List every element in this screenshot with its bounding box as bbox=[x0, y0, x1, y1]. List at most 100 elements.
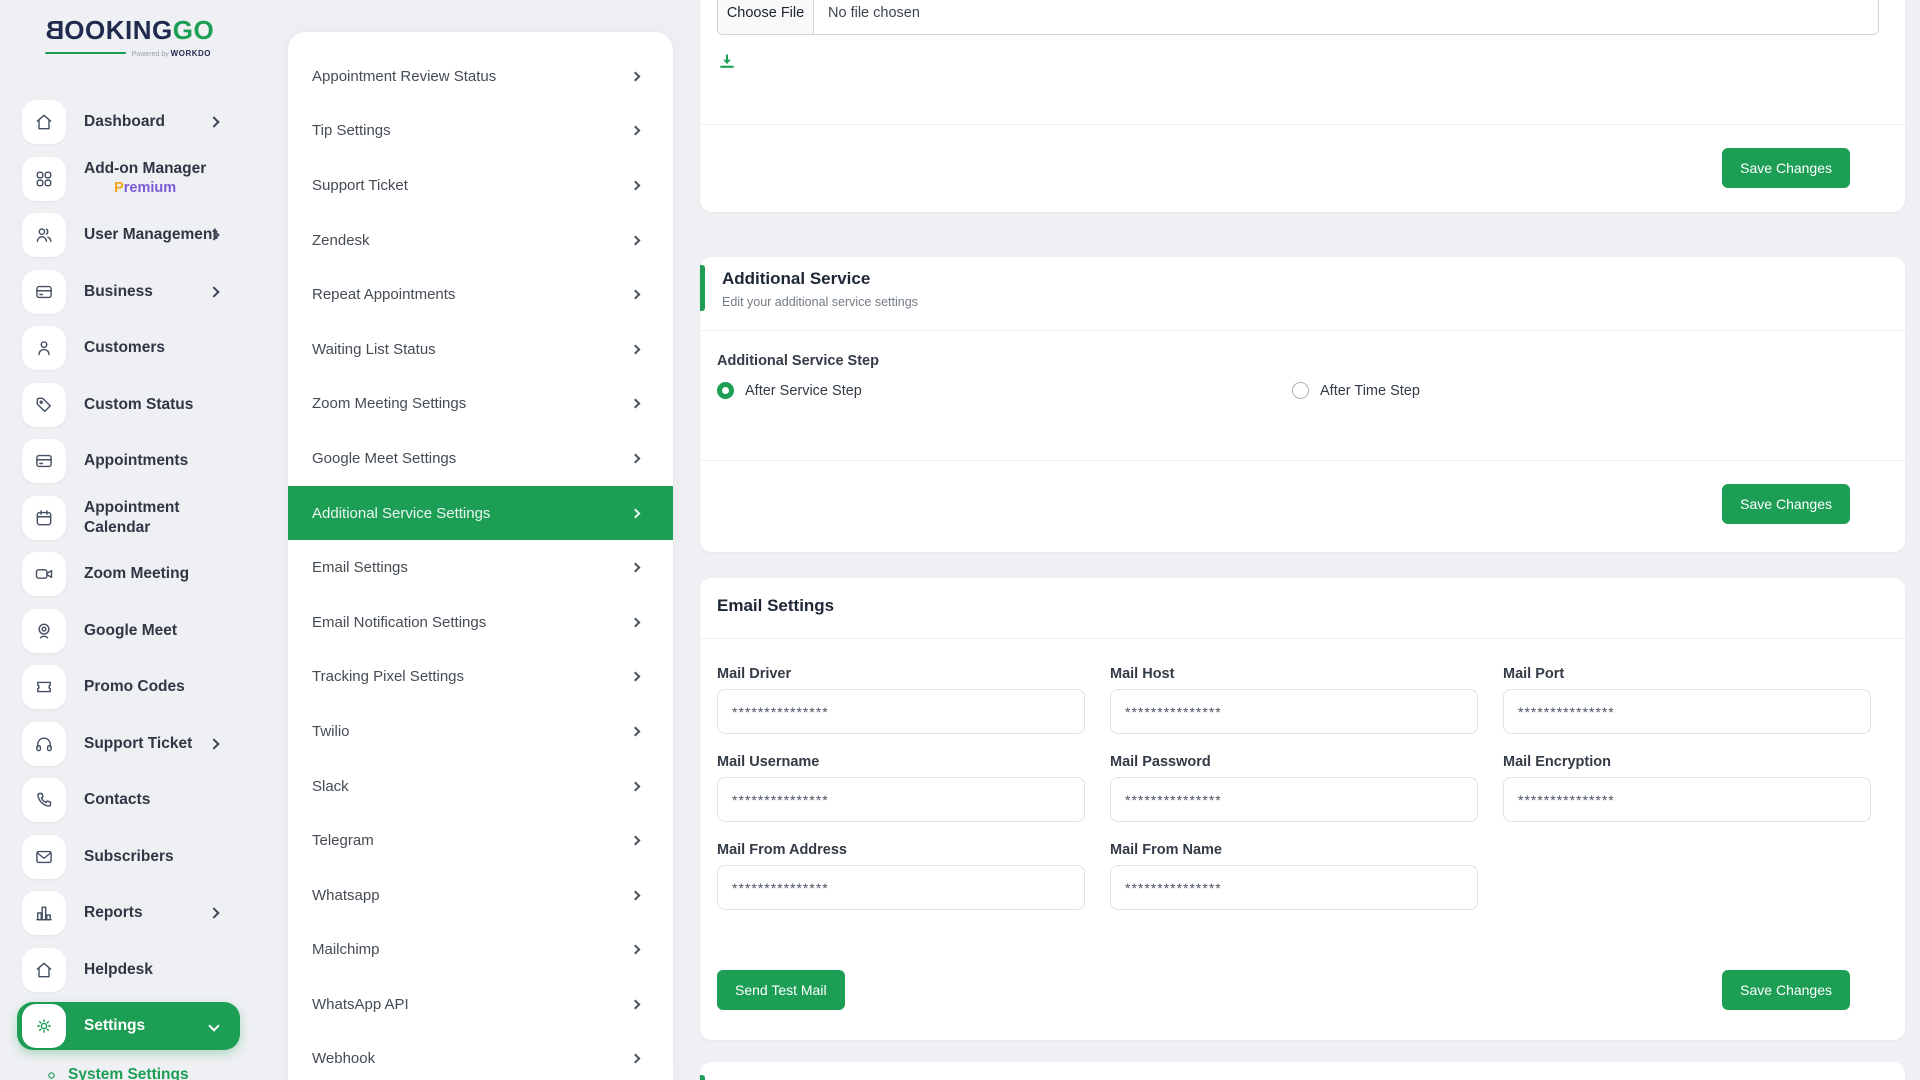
mail-host-input[interactable] bbox=[1110, 689, 1478, 734]
sidebar-item-subscribers[interactable]: Subscribers bbox=[17, 829, 240, 886]
webcam-icon bbox=[22, 609, 66, 653]
file-input[interactable]: Choose File No file chosen bbox=[717, 0, 1879, 35]
submenu-item-google-meet-settings[interactable]: Google Meet Settings bbox=[288, 431, 673, 486]
submenu-item-telegram[interactable]: Telegram bbox=[288, 813, 673, 868]
chevron-right-icon bbox=[631, 672, 641, 682]
mail-encryption-input[interactable] bbox=[1503, 777, 1871, 822]
submenu-item-tracking-pixel-settings[interactable]: Tracking Pixel Settings bbox=[288, 650, 673, 705]
chevron-right-icon bbox=[631, 836, 641, 846]
submenu-item-whatsapp[interactable]: Whatsapp bbox=[288, 868, 673, 923]
radio-selected-icon[interactable] bbox=[717, 382, 734, 399]
chevron-right-icon bbox=[208, 908, 219, 919]
video-camera-icon bbox=[22, 552, 66, 596]
ticket-icon bbox=[22, 665, 66, 709]
choose-file-button[interactable]: Choose File bbox=[718, 0, 814, 34]
file-chosen-text: No file chosen bbox=[814, 0, 920, 34]
sidebar-item-system-settings[interactable]: System Settings bbox=[45, 1066, 189, 1080]
mail-username-input[interactable] bbox=[717, 777, 1085, 822]
sidebar-item-support-ticket[interactable]: Support Ticket bbox=[17, 716, 240, 773]
divider bbox=[700, 460, 1905, 461]
sidebar-item-settings[interactable]: Settings bbox=[17, 1002, 240, 1050]
sidebar-item-reports[interactable]: Reports bbox=[17, 885, 240, 942]
sidebar-item-helpdesk[interactable]: Helpdesk bbox=[17, 942, 240, 999]
submenu-item-waiting-list-status[interactable]: Waiting List Status bbox=[288, 322, 673, 377]
send-test-mail-button[interactable]: Send Test Mail bbox=[717, 970, 845, 1010]
sidebar-item-appointment-calendar[interactable]: Appointment Calendar bbox=[17, 490, 240, 547]
section-accent-bar bbox=[700, 1075, 705, 1080]
submenu-item-support-ticket[interactable]: Support Ticket bbox=[288, 158, 673, 213]
chevron-right-icon bbox=[631, 781, 641, 791]
submenu-item-twilio[interactable]: Twilio bbox=[288, 704, 673, 759]
save-changes-button[interactable]: Save Changes bbox=[1722, 148, 1850, 188]
submenu-item-repeat-appointments[interactable]: Repeat Appointments bbox=[288, 267, 673, 322]
submenu-item-mailchimp[interactable]: Mailchimp bbox=[288, 923, 673, 978]
sidebar-item-google-meet[interactable]: Google Meet bbox=[17, 603, 240, 660]
chevron-right-icon bbox=[631, 399, 641, 409]
sidebar-item-dashboard[interactable]: Dashboard bbox=[17, 94, 240, 151]
chevron-right-icon bbox=[631, 454, 641, 464]
mail-password-input[interactable] bbox=[1110, 777, 1478, 822]
calendar-icon bbox=[22, 496, 66, 540]
field-mail-password: Mail Password bbox=[1110, 754, 1478, 822]
download-icon[interactable] bbox=[717, 52, 737, 72]
mail-from-name-input[interactable] bbox=[1110, 865, 1478, 910]
submenu-item-whatsapp-api[interactable]: WhatsApp API bbox=[288, 977, 673, 1032]
logo-underline bbox=[45, 52, 126, 55]
mail-driver-input[interactable] bbox=[717, 689, 1085, 734]
field-mail-from-name: Mail From Name bbox=[1110, 842, 1478, 910]
submenu-item-email-settings[interactable]: Email Settings bbox=[288, 540, 673, 595]
chevron-right-icon bbox=[631, 290, 641, 300]
logo-letter-b: B bbox=[45, 16, 64, 45]
save-changes-button[interactable]: Save Changes bbox=[1722, 484, 1850, 524]
submenu-item-tip-settings[interactable]: Tip Settings bbox=[288, 104, 673, 159]
users-icon bbox=[22, 213, 66, 257]
submenu-item-additional-service-settings[interactable]: Additional Service Settings bbox=[288, 486, 673, 541]
radio-unselected-icon[interactable] bbox=[1292, 382, 1309, 399]
user-icon bbox=[22, 326, 66, 370]
radio-option-after-time-step[interactable]: After Time Step bbox=[1292, 382, 1420, 399]
chevron-right-icon bbox=[631, 945, 641, 955]
home-icon bbox=[22, 948, 66, 992]
sidebar-item-promo-codes[interactable]: Promo Codes bbox=[17, 659, 240, 716]
sidebar-item-zoom-meeting[interactable]: Zoom Meeting bbox=[17, 546, 240, 603]
credit-card-icon bbox=[22, 270, 66, 314]
phone-icon bbox=[22, 778, 66, 822]
sidebar-item-business[interactable]: Business bbox=[17, 264, 240, 321]
chevron-right-icon bbox=[631, 999, 641, 1009]
radio-option-after-service-step[interactable]: After Service Step bbox=[717, 382, 862, 399]
sidebar-item-user-management[interactable]: User Management bbox=[17, 207, 240, 264]
submenu-item-zendesk[interactable]: Zendesk bbox=[288, 213, 673, 268]
home-icon bbox=[22, 100, 66, 144]
sidebar-item-appointments[interactable]: Appointments bbox=[17, 433, 240, 490]
field-mail-from-address: Mail From Address bbox=[717, 842, 1085, 910]
chevron-right-icon bbox=[208, 117, 219, 128]
radio-group: After Service Step After Time Step bbox=[717, 382, 1865, 404]
powered-by-label: Powered by WORKDO bbox=[132, 49, 211, 58]
divider bbox=[700, 330, 1905, 331]
sidebar-item-addon-manager[interactable]: Add-on Manager Premium bbox=[17, 151, 240, 208]
submenu-item-slack[interactable]: Slack bbox=[288, 759, 673, 814]
field-mail-username: Mail Username bbox=[717, 754, 1085, 822]
submenu-item-email-notification-settings[interactable]: Email Notification Settings bbox=[288, 595, 673, 650]
section-title: Email Settings bbox=[717, 596, 834, 616]
additional-service-card: Additional Service Edit your additional … bbox=[700, 257, 1905, 552]
chevron-down-icon bbox=[208, 1020, 219, 1031]
chevron-right-icon bbox=[631, 617, 641, 627]
brand-logo[interactable]: BOOKINGGO Powered by WORKDO bbox=[45, 16, 211, 58]
mail-port-input[interactable] bbox=[1503, 689, 1871, 734]
chevron-right-icon bbox=[631, 126, 641, 136]
bar-chart-icon bbox=[22, 891, 66, 935]
sidebar-nav: Dashboard Add-on Manager Premium User Ma… bbox=[17, 94, 240, 1050]
sidebar-item-custom-status[interactable]: Custom Status bbox=[17, 377, 240, 434]
sidebar: BOOKINGGO Powered by WORKDO Dashboard Ad… bbox=[0, 0, 265, 1080]
save-changes-button[interactable]: Save Changes bbox=[1722, 970, 1850, 1010]
mail-from-address-input[interactable] bbox=[717, 865, 1085, 910]
submenu-item-zoom-meeting-settings[interactable]: Zoom Meeting Settings bbox=[288, 377, 673, 432]
submenu-item-webhook[interactable]: Webhook bbox=[288, 1032, 673, 1080]
logo-rest: OOKING bbox=[64, 15, 172, 45]
sidebar-item-customers[interactable]: Customers bbox=[17, 320, 240, 377]
chevron-right-icon bbox=[631, 235, 641, 245]
main-content: Choose File No file chosen Save Changes … bbox=[700, 0, 1905, 1080]
sidebar-item-contacts[interactable]: Contacts bbox=[17, 772, 240, 829]
submenu-item-appointment-review-status[interactable]: Appointment Review Status bbox=[288, 49, 673, 104]
